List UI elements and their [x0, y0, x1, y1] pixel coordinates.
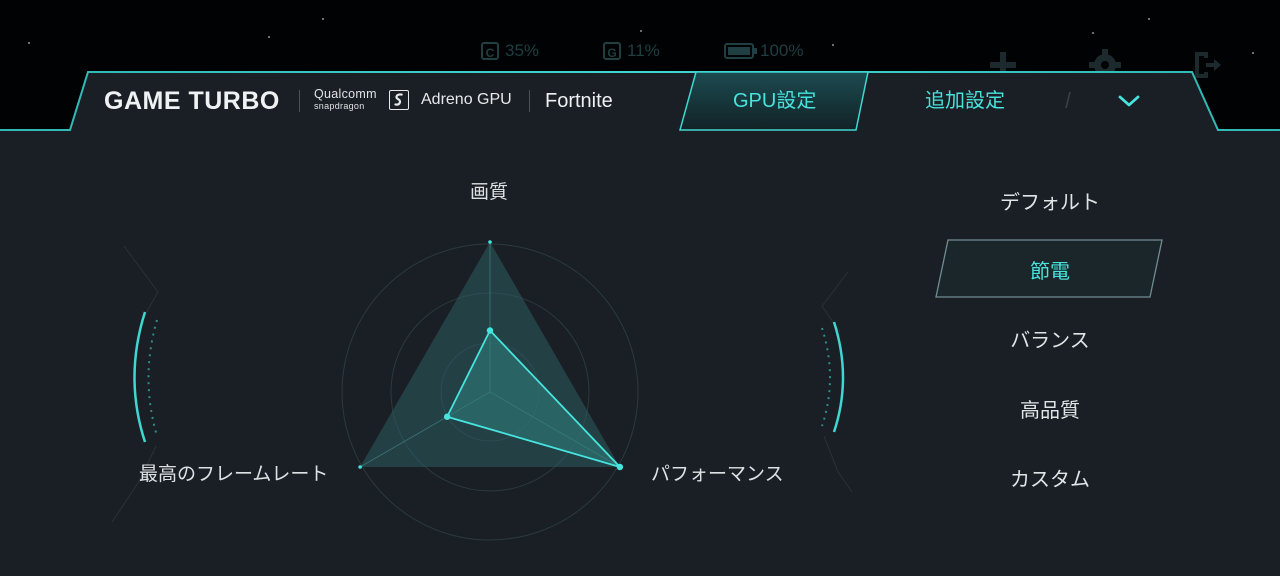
game-turbo-logo: GAME TURBO	[104, 87, 280, 115]
qualcomm-snapdragon-logo: Qualcomm snapdragon	[314, 87, 377, 112]
tab-gpu-settings[interactable]: GPU設定	[733, 88, 816, 114]
gpu-name: Adreno GPU	[421, 91, 512, 108]
preset-balanced[interactable]: バランス	[940, 310, 1160, 366]
preset-power-saving[interactable]: 節電	[940, 241, 1160, 297]
game-name: Fortnite	[545, 90, 613, 112]
preset-high-quality[interactable]: 高品質	[940, 380, 1160, 436]
radar-axis-label-quality: 画質	[470, 182, 509, 203]
radar-value-point	[616, 463, 624, 471]
radar-value-point	[486, 327, 494, 334]
game-turbo-screen: C 35% G 11% 100% GAME TURBO Qualcomm sna…	[0, 0, 1280, 576]
preset-default[interactable]: デフォルト	[940, 172, 1160, 228]
header-divider	[529, 90, 530, 112]
preset-custom[interactable]: カスタム	[940, 449, 1160, 505]
radar-axis-label-performance: パフォーマンス	[651, 464, 784, 485]
radar-axis-end-point	[488, 240, 492, 244]
header-divider	[299, 90, 300, 112]
tab-extra-settings[interactable]: 追加設定	[925, 88, 1005, 114]
radar-axis-end-point	[358, 465, 362, 469]
radar-value-point	[443, 413, 451, 420]
radar-axis-label-max-framerate: 最高のフレームレート	[139, 464, 329, 485]
snapdragon-icon	[389, 90, 409, 110]
chevron-down-icon[interactable]	[1116, 90, 1142, 112]
